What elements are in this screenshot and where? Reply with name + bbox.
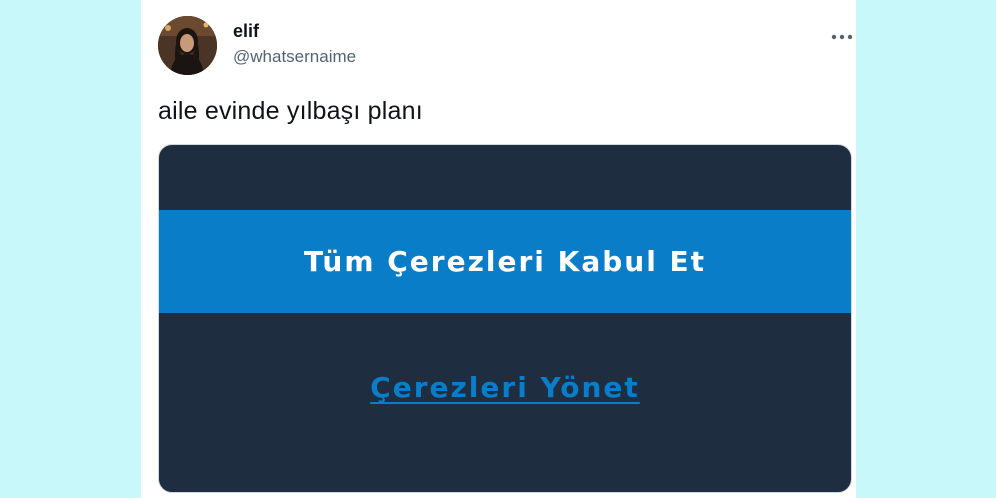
user-name[interactable]: elif: [233, 21, 259, 42]
avatar-photo-icon: [158, 16, 217, 75]
tweet-text: aile evinde yılbaşı planı: [158, 97, 423, 125]
tweet-card: elif @whatsernaime aile evinde yılbaşı p…: [141, 0, 856, 498]
more-horizontal-icon[interactable]: [831, 28, 853, 40]
accept-all-cookies-button: Tüm Çerezleri Kabul Et: [159, 210, 851, 313]
avatar[interactable]: [158, 16, 217, 75]
user-handle[interactable]: @whatsernaime: [233, 47, 356, 67]
manage-cookies-link: Çerezleri Yönet: [370, 371, 640, 404]
tweet-media-image[interactable]: Tüm Çerezleri Kabul Et Çerezleri Yönet: [158, 144, 852, 493]
